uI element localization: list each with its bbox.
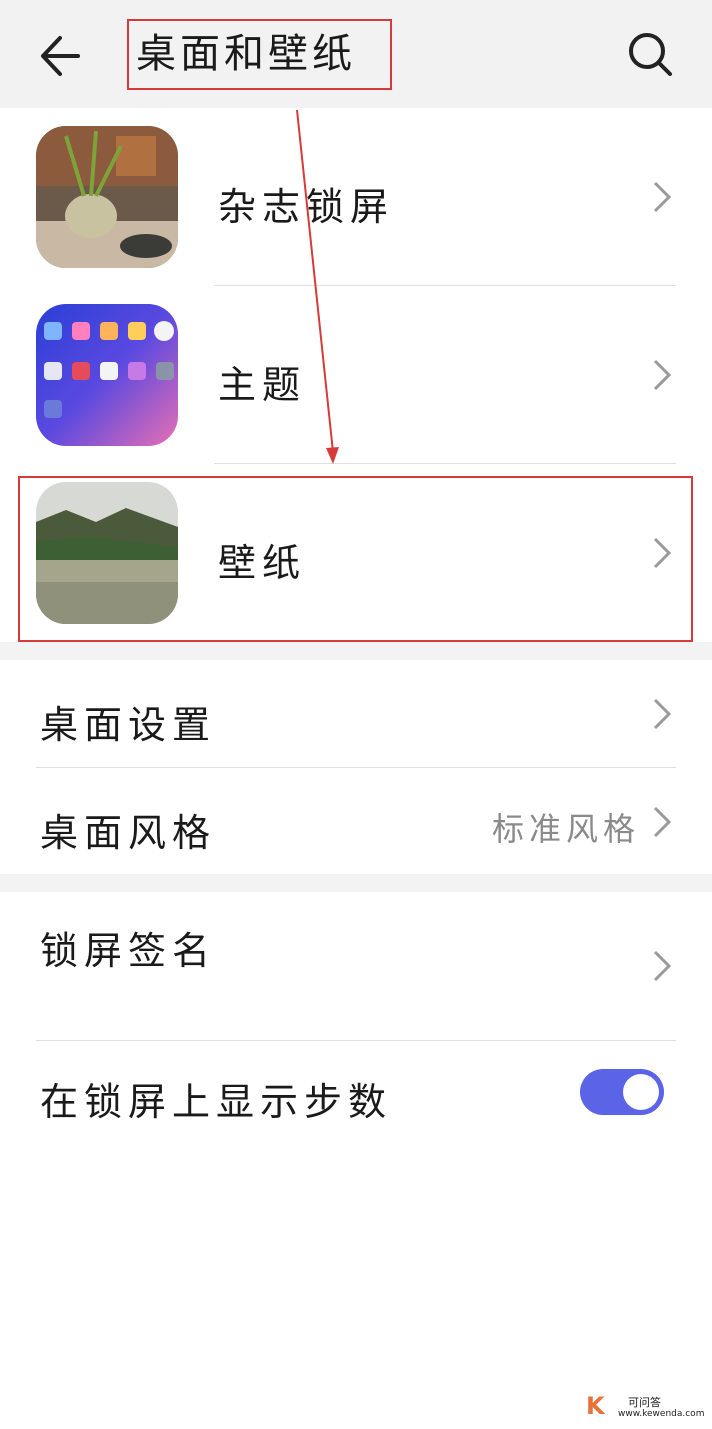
show-steps-toggle[interactable] <box>580 1069 664 1115</box>
annotation-arrow <box>296 109 339 464</box>
list-item-label: 桌面设置 <box>40 703 217 747</box>
section-gap <box>0 874 712 892</box>
chevron-right-icon <box>653 950 672 982</box>
watermark-site-url: www.kewenda.com <box>618 1409 705 1419</box>
list-item-label: 桌面风格 <box>40 811 217 855</box>
site-watermark: K 可问答 www.kewenda.com <box>560 1392 705 1422</box>
list-item-desktop-style[interactable]: 桌面风格 标准风格 <box>0 768 712 874</box>
desktop-style-value: 标准风格 <box>492 810 641 848</box>
section-gap <box>0 642 712 660</box>
chevron-right-icon <box>653 698 672 730</box>
chevron-right-icon <box>653 806 672 838</box>
list-item-desktop-settings[interactable]: 桌面设置 <box>0 660 712 768</box>
list-item-lockscreen-signature[interactable]: 锁屏签名 <box>0 892 712 1040</box>
list-item-label: 锁屏签名 <box>40 929 217 973</box>
wallpaper-highlight-box <box>18 476 693 642</box>
toggle-knob <box>623 1074 659 1110</box>
list-item-label: 在锁屏上显示步数 <box>40 1080 393 1124</box>
watermark-site-name: 可问答 <box>628 1396 661 1409</box>
watermark-logo: K <box>586 1392 605 1420</box>
